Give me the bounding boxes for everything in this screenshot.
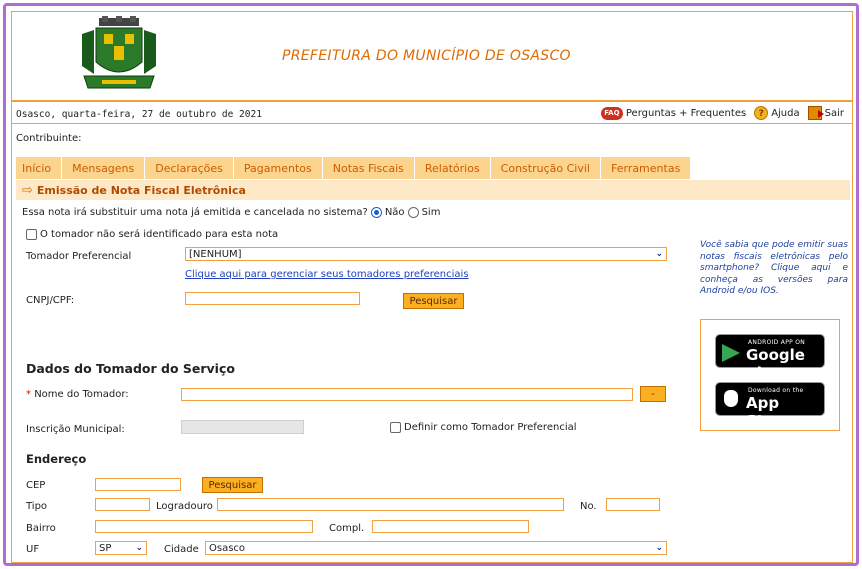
- chevron-down-icon: ⌄: [135, 543, 143, 553]
- define-pref-row: Definir como Tomador Preferencial: [390, 422, 577, 433]
- unidentified-label: O tomador não será identificado para est…: [40, 229, 279, 240]
- cnpj-input[interactable]: [185, 292, 360, 305]
- google-play-badge[interactable]: ANDROID APP ON Google play: [715, 334, 825, 382]
- top-links: FAQ Perguntas + Frequentes ? Ajuda Sair: [600, 106, 844, 120]
- date-divider: [12, 123, 852, 124]
- exit-link[interactable]: Sair: [807, 106, 844, 120]
- nav-ferramentas[interactable]: Ferramentas: [601, 157, 692, 179]
- tomador-heading: Dados do Tomador do Serviço: [26, 361, 235, 376]
- google-play-icon: [722, 344, 740, 362]
- preferred-label: Tomador Preferencial: [26, 251, 132, 262]
- cep-input[interactable]: [95, 478, 181, 491]
- app-store-box: ANDROID APP ON Google play Download on t…: [700, 319, 840, 431]
- help-icon: ?: [754, 106, 769, 120]
- no-label: No.: [580, 501, 597, 512]
- address-heading: Endereço: [26, 452, 87, 466]
- chevron-down-icon: ⌄: [655, 543, 663, 553]
- im-input[interactable]: [181, 420, 304, 434]
- replace-question-text: Essa nota irá substituir uma nota já emi…: [22, 207, 368, 218]
- section-header: ⇨ Emissão de Nota Fiscal Eletrônica: [16, 180, 850, 200]
- chevron-down-icon: ⌄: [655, 249, 663, 259]
- browser-frame: PREFEITURA DO MUNICÍPIO DE OSASCO Osasco…: [3, 3, 859, 566]
- osasco-coat-of-arms-logo: [82, 16, 156, 89]
- cidade-label: Cidade: [164, 544, 199, 555]
- name-input[interactable]: [181, 388, 633, 401]
- manage-preferred-link[interactable]: Clique aqui para gerenciar seus tomadore…: [185, 269, 469, 280]
- cnpj-search-button[interactable]: Pesquisar: [403, 293, 464, 309]
- tipo-input[interactable]: [95, 498, 150, 511]
- apple-icon: [724, 390, 738, 407]
- nav-pagamentos[interactable]: Pagamentos: [234, 157, 323, 179]
- required-mark: *: [26, 389, 31, 400]
- uf-label: UF: [26, 544, 40, 555]
- radio-sim[interactable]: [407, 207, 419, 218]
- faq-icon: FAQ: [600, 106, 623, 120]
- uf-select[interactable]: SP ⌄: [95, 541, 147, 555]
- app-store-badge[interactable]: Download on the App Store: [715, 382, 825, 430]
- current-date: Osasco, quarta-feira, 27 de outubro de 2…: [16, 109, 262, 120]
- exit-icon: [807, 106, 824, 120]
- nav-mensagens[interactable]: Mensagens: [62, 157, 146, 179]
- name-label: Nome do Tomador:: [34, 389, 129, 400]
- nav-notas-fiscais[interactable]: Notas Fiscais: [323, 157, 415, 179]
- nav-relatorios[interactable]: Relatórios: [415, 157, 491, 179]
- cidade-select[interactable]: Osasco ⌄: [205, 541, 667, 555]
- uf-select-value: SP: [99, 542, 112, 554]
- faq-link[interactable]: FAQ Perguntas + Frequentes: [600, 106, 746, 120]
- number-input[interactable]: [606, 498, 660, 511]
- compl-label: Compl.: [329, 523, 365, 534]
- preferred-select[interactable]: [NENHUM] ⌄: [185, 247, 667, 261]
- preferred-select-value: [NENHUM]: [189, 248, 242, 260]
- bairro-input[interactable]: [95, 520, 313, 533]
- cidade-select-value: Osasco: [209, 542, 246, 554]
- logradouro-label: Logradouro: [156, 501, 213, 512]
- tipo-label: Tipo: [26, 501, 48, 512]
- app-promo-text[interactable]: Você sabia que pode emitir suas notas fi…: [700, 240, 848, 298]
- cep-label: CEP: [26, 480, 46, 491]
- im-label: Inscrição Municipal:: [26, 424, 125, 435]
- logradouro-input[interactable]: [217, 498, 564, 511]
- unidentified-row: O tomador não será identificado para est…: [26, 229, 278, 240]
- radio-sim-label: Sim: [421, 207, 441, 218]
- nav-construcao-civil[interactable]: Construção Civil: [491, 157, 601, 179]
- section-title: Emissão de Nota Fiscal Eletrônica: [36, 183, 246, 197]
- replace-question: Essa nota irá substituir uma nota já emi…: [22, 207, 440, 218]
- help-link[interactable]: ? Ajuda: [754, 106, 800, 120]
- compl-input[interactable]: [372, 520, 529, 533]
- cep-search-button[interactable]: Pesquisar: [202, 477, 263, 493]
- main-nav: Início Mensagens Declarações Pagamentos …: [16, 157, 692, 179]
- nav-declaracoes[interactable]: Declarações: [145, 157, 234, 179]
- unidentified-checkbox[interactable]: [26, 229, 37, 240]
- name-label-row: * Nome do Tomador:: [26, 389, 129, 400]
- site-title: PREFEITURA DO MUNICÍPIO DE OSASCO: [282, 48, 571, 64]
- radio-nao-label: Não: [384, 207, 405, 218]
- cnpj-label: CNPJ/CPF:: [26, 295, 75, 306]
- name-action-button[interactable]: -: [640, 386, 666, 402]
- contributor-label: Contribuinte:: [16, 133, 82, 144]
- radio-nao[interactable]: [370, 207, 382, 218]
- header-divider: [12, 100, 852, 102]
- arrow-right-icon: ⇨: [22, 182, 33, 198]
- nav-inicio[interactable]: Início: [16, 157, 63, 179]
- bairro-label: Bairro: [26, 523, 56, 534]
- define-pref-label: Definir como Tomador Preferencial: [404, 422, 577, 433]
- page-container: PREFEITURA DO MUNICÍPIO DE OSASCO Osasco…: [11, 11, 853, 563]
- define-pref-checkbox[interactable]: [390, 422, 401, 433]
